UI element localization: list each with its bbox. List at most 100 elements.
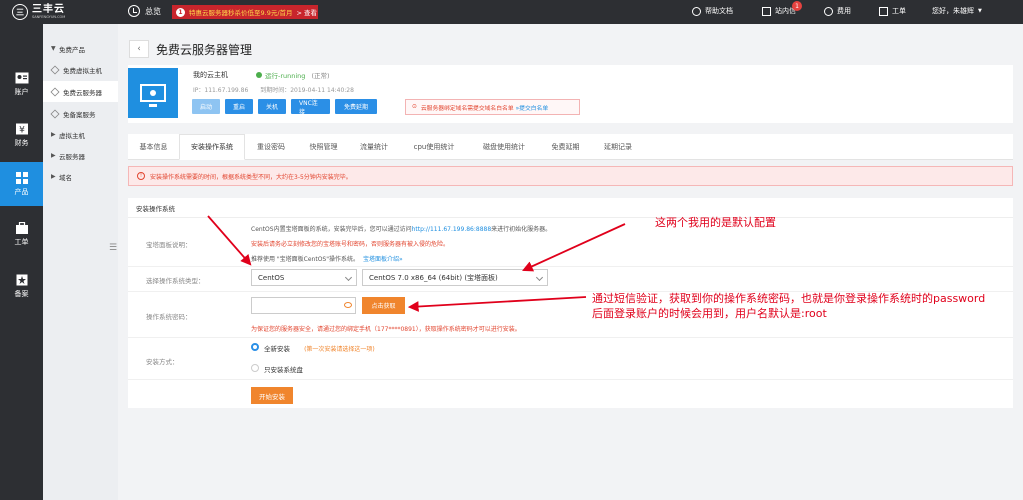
logo-sub: SANFENGYUN.COM — [32, 14, 66, 19]
billing-link[interactable]: 费用 — [824, 6, 851, 16]
rail-label: 备案 — [14, 289, 29, 298]
panel-desc-line3: 推荐使用 "宝塔面板CentOS"操作系统。 宝塔面板介绍» — [251, 254, 403, 263]
gear-icon — [150, 90, 156, 96]
help-docs-link[interactable]: 帮助文档 — [692, 6, 733, 16]
full-install-label: 全新安装 (第一次安装请选择这一项) — [264, 343, 375, 353]
tab-cpu-stats[interactable]: cpu使用统计 — [398, 134, 470, 160]
cube-icon — [50, 108, 60, 119]
eye-icon[interactable] — [344, 302, 352, 308]
panel-desc-label: 宝塔面板说明： — [146, 241, 192, 249]
start-install-button[interactable]: 开始安装 — [251, 387, 293, 404]
tab-disk-stats[interactable]: 磁盘使用统计 — [470, 134, 538, 160]
dashboard-icon — [128, 5, 140, 17]
sidebar-item-no-record-service[interactable]: 免备案服务 — [43, 103, 118, 124]
tickets-link[interactable]: 工单 — [879, 6, 906, 16]
annotation-sms-line1: 通过短信验证，获取到你的操作系统密码，也就是你登录操作系统时的password — [592, 292, 986, 305]
main-nav-rail: 账户 ¥ 财务 产品 工单 备案 — [0, 24, 43, 500]
chevron-down-icon — [535, 273, 544, 282]
server-monitor-icon — [128, 68, 178, 118]
top-bar: 三 三丰云 SANFENGYUN.COM 总览 1 特惠云服务器秒杀价低至9.9… — [0, 0, 1023, 24]
os-password-input[interactable] — [251, 297, 356, 314]
grid-icon — [15, 171, 28, 184]
rail-label: 财务 — [14, 138, 29, 147]
cube-icon — [50, 86, 60, 97]
chevron-down-icon: ▼ — [51, 45, 56, 52]
shutdown-button[interactable]: 关机 — [258, 99, 286, 114]
sidebar-item-free-cloud-server[interactable]: 免费云服务器 — [43, 81, 118, 102]
promo-banner[interactable]: 1 特惠云服务器秒杀价低至9.9元/首月 > 查看 — [172, 5, 318, 19]
warning-icon: ⊙ — [412, 104, 417, 110]
os-type-select[interactable]: CentOS — [251, 269, 357, 286]
help-icon — [692, 6, 701, 16]
get-code-button[interactable]: 点击获取 — [362, 297, 405, 314]
rail-item-account[interactable]: 账户 — [0, 62, 43, 106]
server-ip: IP：111.67.199.86 — [193, 87, 249, 94]
sidebar-item-label: 免费虚拟主机 — [63, 66, 102, 75]
panel-desc-line1: CentOS内置宝塔面板的系统，安装完毕后，您可以通过访问http://111.… — [251, 224, 551, 233]
radio-system-disk-only[interactable] — [251, 364, 259, 372]
sidebar-item-label: 虚拟主机 — [59, 131, 85, 140]
messages-link[interactable]: 站内信 1 — [762, 1, 802, 16]
ticket-icon — [879, 6, 888, 16]
chevron-down-icon: ▼ — [978, 8, 982, 14]
yen-icon: ¥ — [15, 123, 28, 135]
submit-whitelist-link[interactable]: »提交白名单 — [516, 103, 549, 112]
overview-link[interactable]: 总览 — [128, 5, 161, 17]
os-type-label: 选择操作系统类型： — [146, 277, 205, 285]
user-menu[interactable]: 您好，朱雄辉 ▼ — [932, 6, 982, 16]
rail-item-tickets[interactable]: 工单 — [0, 212, 43, 256]
sidebar-group-domain[interactable]: ▶ 域名 — [43, 166, 118, 187]
tab-extend-records[interactable]: 延期记录 — [593, 134, 643, 160]
tab-traffic-stats[interactable]: 流量统计 — [350, 134, 398, 160]
annotation-sms-line2: 后面登录账户的时候会用到，用户名默认是:root — [592, 307, 827, 320]
chevron-down-icon — [344, 273, 353, 282]
logo[interactable]: 三 三丰云 SANFENGYUN.COM — [0, 0, 118, 24]
free-extend-button[interactable]: 免费延期 — [335, 99, 377, 114]
overview-label: 总览 — [145, 6, 161, 16]
rail-item-products[interactable]: 产品 — [0, 162, 43, 206]
install-time-alert: ! 安装操作系统需要的时间，根据系统类型不同，大约在3-5分钟内安装完毕。 — [128, 166, 1013, 186]
start-button[interactable]: 启动 — [192, 99, 220, 114]
cube-icon — [50, 64, 60, 75]
sidebar-collapse-icon[interactable]: ☰ — [109, 243, 117, 253]
tab-snapshots[interactable]: 快照管理 — [297, 134, 350, 160]
sidebar-group-vhost[interactable]: ▶ 虚拟主机 — [43, 124, 118, 145]
system-disk-only-label: 只安装系统盘 — [264, 366, 303, 374]
server-meta: IP：111.67.199.86 到期时间：2019-04-11 14:40:2… — [193, 85, 354, 94]
sidebar-item-label: 免费产品 — [59, 45, 85, 54]
sidebar-item-label: 免费云服务器 — [63, 88, 102, 97]
install-section-title: 安装操作系统 — [128, 198, 1013, 218]
vnc-button[interactable]: VNC连接 — [291, 99, 330, 116]
promo-link[interactable]: > 查看 — [297, 7, 318, 17]
rail-label: 工单 — [14, 237, 29, 246]
divider — [128, 266, 1013, 267]
help-label: 帮助文档 — [705, 7, 733, 15]
radio-full-install[interactable] — [251, 343, 259, 351]
panel-intro-link[interactable]: 宝塔面板介绍» — [363, 256, 403, 263]
chevron-right-icon: ▶ — [51, 131, 56, 138]
panel-url-link[interactable]: http://111.67.199.86:8888 — [412, 226, 492, 233]
tab-free-extend[interactable]: 免费延期 — [538, 134, 593, 160]
chevron-right-icon: ▶ — [51, 152, 56, 159]
back-button[interactable]: ‹ — [129, 40, 149, 58]
rail-item-record[interactable]: 备案 — [0, 264, 43, 308]
notice-text: 云服务器绑定域名需提交域名白名单 — [420, 105, 514, 112]
sidebar-group-cloud-server[interactable]: ▶ 云服务器 — [43, 145, 118, 166]
desc1-tail: 来进行初始化服务器。 — [491, 226, 552, 233]
annotation-default-config: 这两个我用的是默认配置 — [655, 216, 776, 229]
sidebar-group-free-products[interactable]: ▼ 免费产品 — [43, 38, 118, 59]
user-card-icon — [15, 72, 28, 83]
tab-install-os[interactable]: 安装操作系统 — [179, 134, 245, 160]
divider — [128, 379, 1013, 380]
rail-item-finance[interactable]: ¥ 财务 — [0, 113, 43, 157]
os-version-select[interactable]: CentOS 7.0 x86_64 (64bit) (宝塔面板) — [362, 269, 548, 286]
tab-basic-info[interactable]: 基本信息 — [128, 134, 179, 160]
whitelist-notice: ⊙ 云服务器绑定域名需提交域名白名单 »提交白名单 — [405, 99, 580, 115]
tab-reset-password[interactable]: 重设密码 — [245, 134, 297, 160]
sidebar-item-free-vhost[interactable]: 免费虚拟主机 — [43, 59, 118, 80]
panel-desc-line2: 安装后请务必立刻修改您的宝塔账号和密码，否则服务器有被入侵的危险。 — [251, 241, 450, 248]
promo-text: 特惠云服务器秒杀价低至9.9元/首月 — [189, 9, 293, 17]
messages-badge: 1 — [792, 1, 802, 11]
restart-button[interactable]: 重启 — [225, 99, 253, 114]
chevron-right-icon: ▶ — [51, 173, 56, 180]
